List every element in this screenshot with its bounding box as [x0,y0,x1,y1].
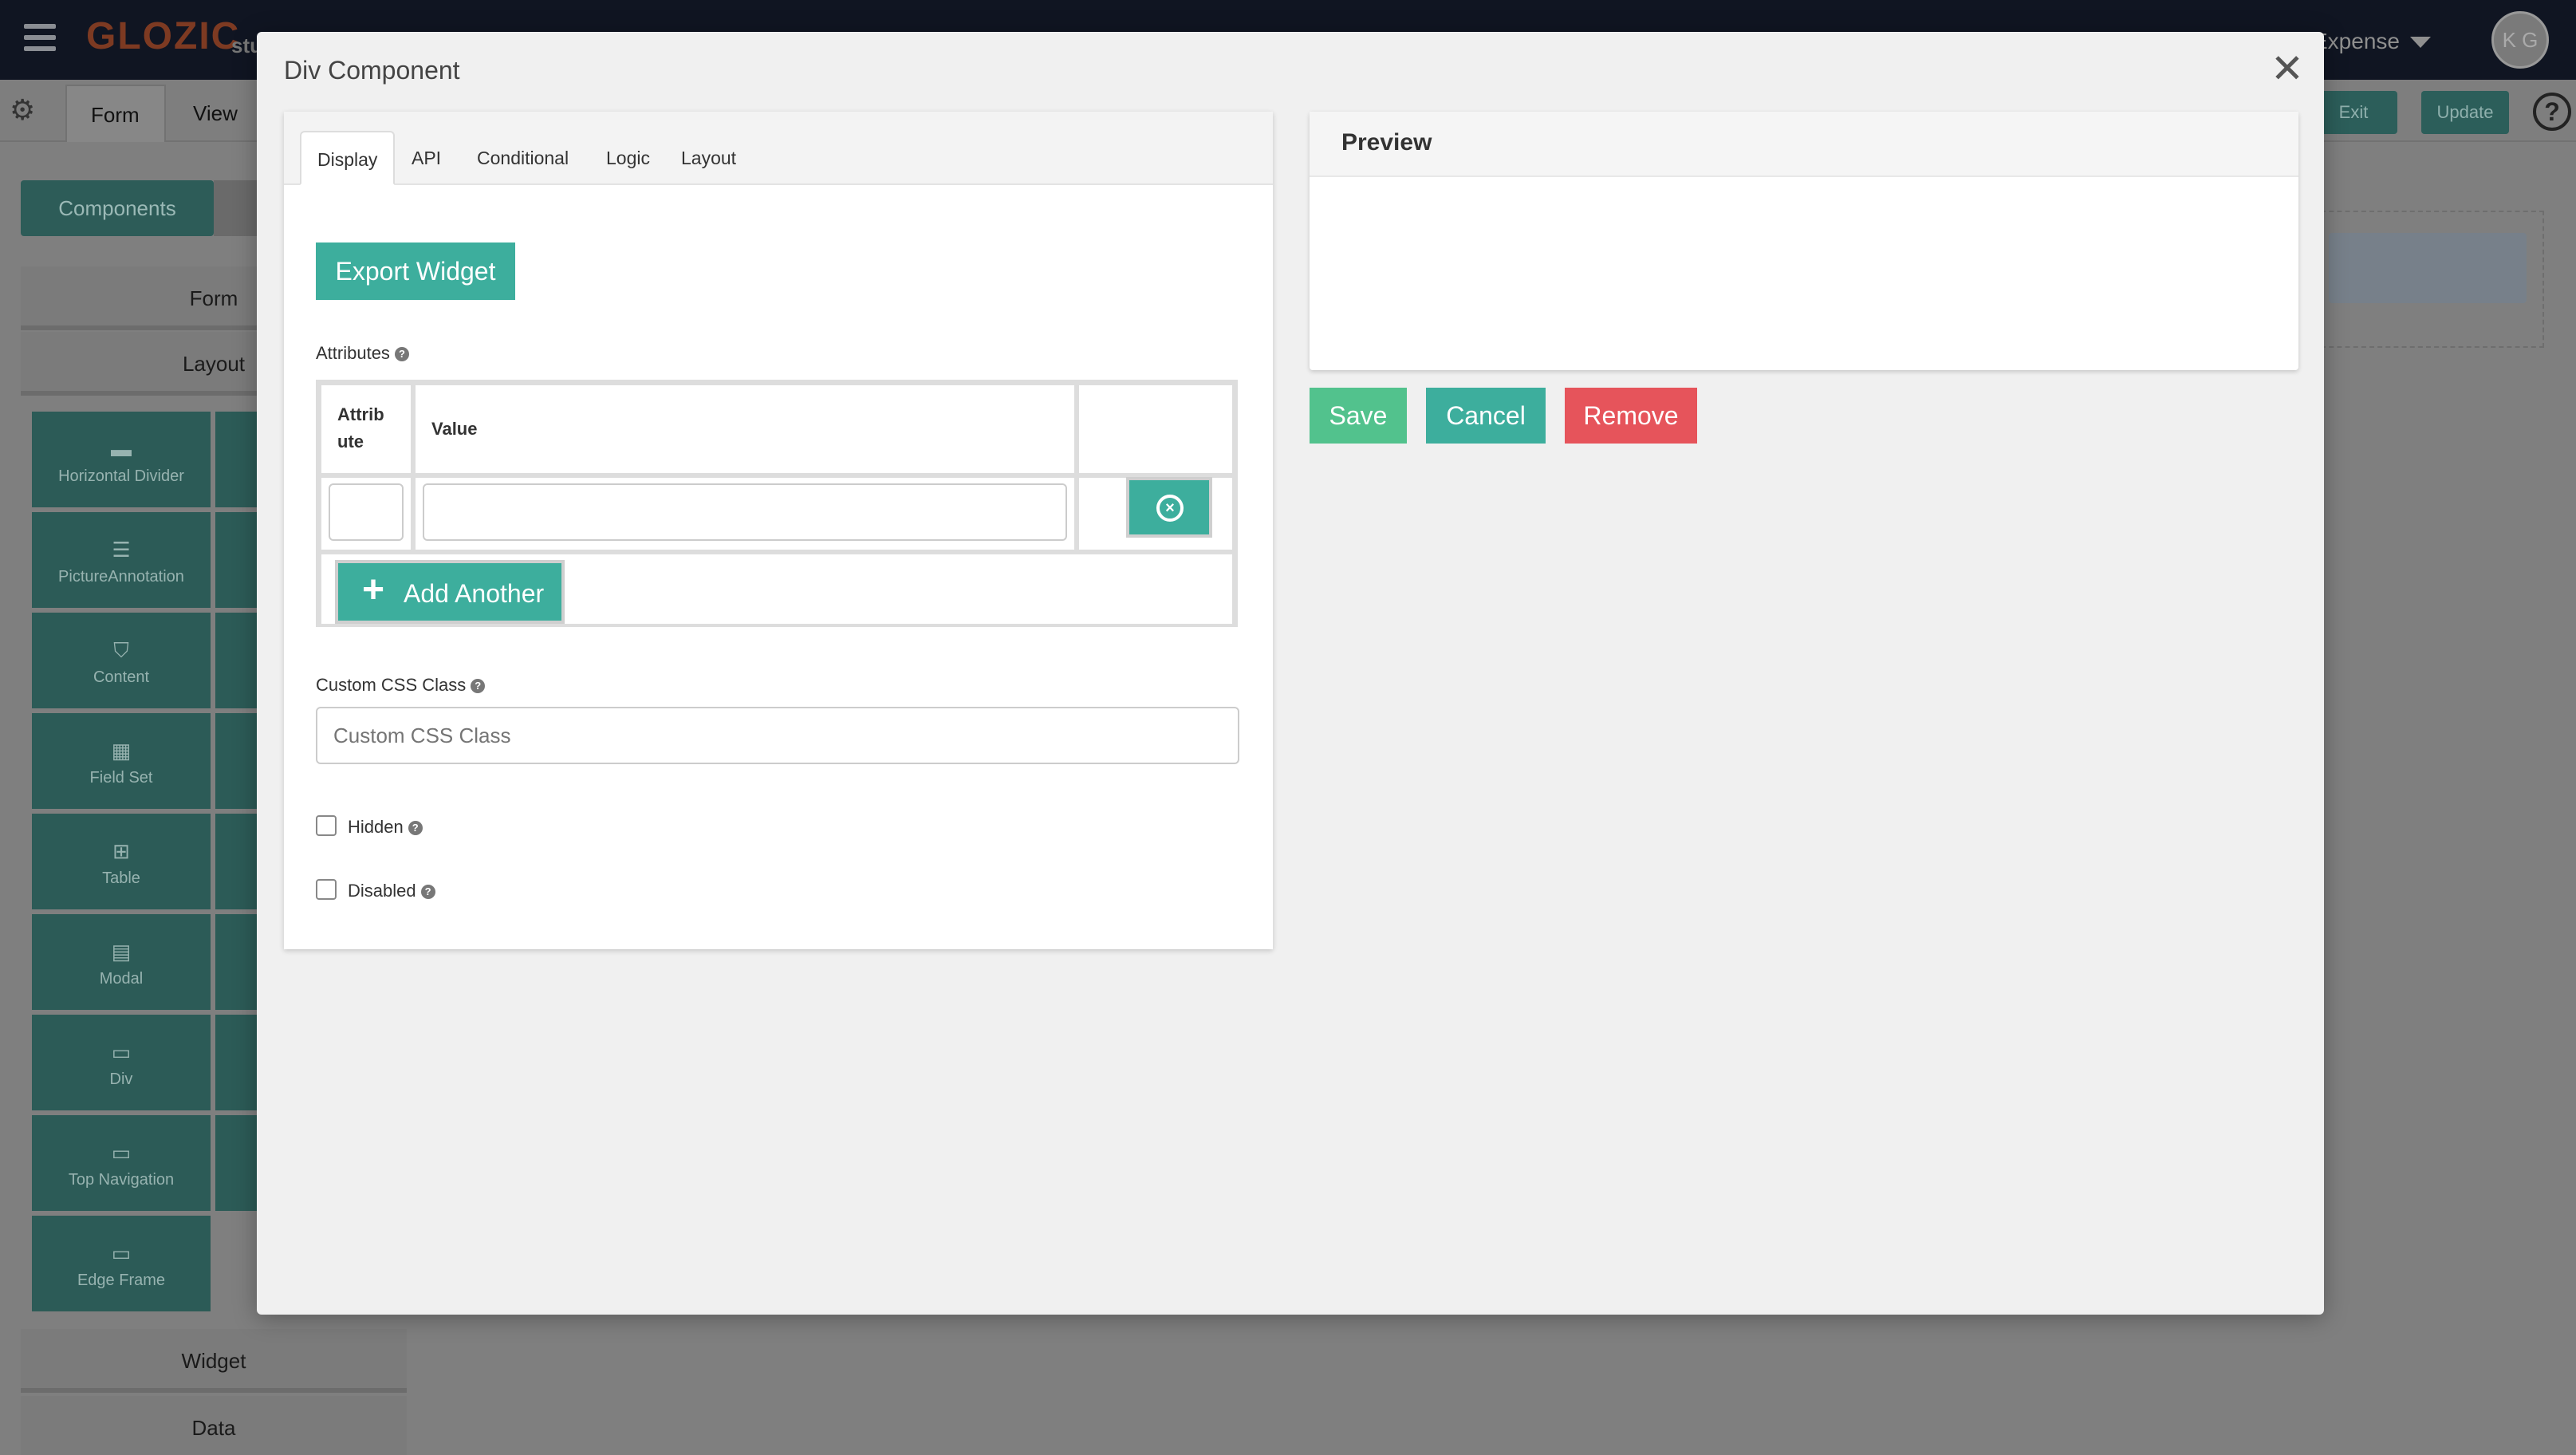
cancel-button[interactable]: Cancel [1426,388,1546,444]
form-canvas-component[interactable] [2329,233,2527,303]
card-icon: ▭ [111,1241,132,1265]
settings-tabs: Display API Conditional Logic Layout [284,112,1273,185]
tab-view[interactable]: View [169,85,249,142]
card-icon: ▭ [111,1141,132,1165]
layout-item[interactable] [215,713,257,809]
help-icon[interactable]: ? [2533,93,2571,131]
help-icon[interactable]: ? [420,885,435,899]
components-tab-secondary[interactable] [214,180,262,236]
modal-title: Div Component [284,56,460,85]
column-header-attribute-line2: ute [337,432,364,451]
attribute-value-input[interactable] [423,483,1067,541]
help-icon[interactable]: ? [394,347,409,361]
tab-layout[interactable]: Layout [665,131,752,185]
tab-form[interactable]: Form [65,85,166,142]
tab-display[interactable]: Display [300,131,396,185]
times-circle-icon: × [1156,495,1184,522]
custom-css-class-input[interactable] [316,707,1239,764]
close-icon[interactable]: ✕ [2270,49,2305,89]
gear-icon[interactable]: ⚙ [10,96,38,124]
layout-item-label: Horizontal Divider [58,467,184,485]
remove-button[interactable]: Remove [1565,388,1697,444]
sidebar-section-data[interactable]: Data [21,1396,407,1455]
sidebar-section-widget[interactable]: Widget [21,1329,407,1393]
layout-item[interactable] [215,512,257,608]
layout-item[interactable]: ▭ Edge Frame [32,1216,211,1311]
layout-item[interactable] [215,1015,257,1110]
remove-row-button[interactable]: × [1126,477,1212,538]
layout-item[interactable]: ⊞ Table [32,814,211,909]
layout-item[interactable]: ▬ Horizontal Divider [32,412,211,507]
lines-icon: ☰ [112,538,131,562]
layout-item[interactable]: ⛉ Content [32,613,211,708]
hidden-checkbox[interactable] [316,815,337,836]
layout-item-label: Div [109,1071,133,1088]
plus-icon: + [362,569,385,611]
html5-icon: ⛉ [113,638,129,662]
column-header-attribute: Attrib ute [337,401,384,455]
attributes-label-text: Attributes [316,343,390,363]
help-icon[interactable]: ? [408,821,423,835]
card-icon: ▭ [111,1040,132,1064]
disabled-label-text: Disabled [348,881,416,901]
add-another-label: Add Another [404,579,545,608]
components-button[interactable]: Components [21,180,214,236]
layout-item[interactable]: ▤ Modal [32,914,211,1010]
chevron-down-icon[interactable] [2410,37,2431,48]
attributes-label: Attributes? [316,343,409,364]
avatar[interactable]: K G [2491,11,2549,69]
layout-item-label: PictureAnnotation [58,568,184,586]
layout-item-label: Edge Frame [77,1272,166,1289]
settings-panel: Display API Conditional Logic Layout Exp… [284,112,1273,949]
hidden-label: Hidden? [348,817,423,838]
preview-title: Preview [1341,129,1432,156]
div-component-modal: Div Component ✕ Display API Conditional … [257,32,2324,1315]
export-widget-button[interactable]: Export Widget [316,242,515,300]
custom-css-class-label: Custom CSS Class? [316,675,486,696]
layout-item[interactable] [215,1115,257,1211]
layout-item-label: Table [102,869,140,887]
layout-item-label: Field Set [89,769,153,787]
minus-icon: ▬ [111,437,132,461]
layout-item[interactable]: ▭ Top Navigation [32,1115,211,1211]
layout-item[interactable] [215,914,257,1010]
layout-item[interactable] [215,613,257,708]
app-logo: GLOZIC [86,15,241,57]
layout-item-label: Top Navigation [68,1171,175,1189]
layout-item[interactable]: ▦ Field Set [32,713,211,809]
tab-api[interactable]: API [396,131,457,185]
app-selector-label[interactable]: Expense [2313,29,2400,54]
layout-item-label: Content [93,668,150,686]
table-header-cell: Attrib ute [319,383,413,475]
layout-item[interactable]: ▭ Div [32,1015,211,1110]
layout-item[interactable] [215,814,257,909]
tab-logic[interactable]: Logic [590,131,666,185]
table-header-cell [1077,383,1235,475]
table-icon: ⊞ [112,839,130,863]
update-button[interactable]: Update [2421,91,2509,134]
layout-item-label: Modal [99,970,144,988]
hamburger-menu-icon[interactable] [24,24,56,51]
column-header-attribute-line1: Attrib [337,404,384,424]
preview-header: Preview [1310,112,2298,177]
attributes-table: Attrib ute Value × + Add Another [316,380,1238,627]
help-icon[interactable]: ? [471,679,486,693]
custom-css-class-label-text: Custom CSS Class [316,675,467,695]
add-another-button[interactable]: + Add Another [335,560,565,624]
disabled-checkbox[interactable] [316,879,337,900]
layout-item[interactable]: ☰ PictureAnnotation [32,512,211,608]
grid-icon: ▦ [111,739,132,763]
hidden-label-text: Hidden [348,817,404,837]
attribute-name-input[interactable] [329,483,404,541]
preview-panel: Preview [1310,112,2298,370]
save-button[interactable]: Save [1310,388,1407,444]
table-header-cell: Value [413,383,1077,475]
tab-conditional[interactable]: Conditional [461,131,585,185]
column-header-value: Value [431,419,478,439]
modal-icon: ▤ [111,940,132,964]
layout-item[interactable] [215,412,257,507]
disabled-label: Disabled? [348,881,435,901]
